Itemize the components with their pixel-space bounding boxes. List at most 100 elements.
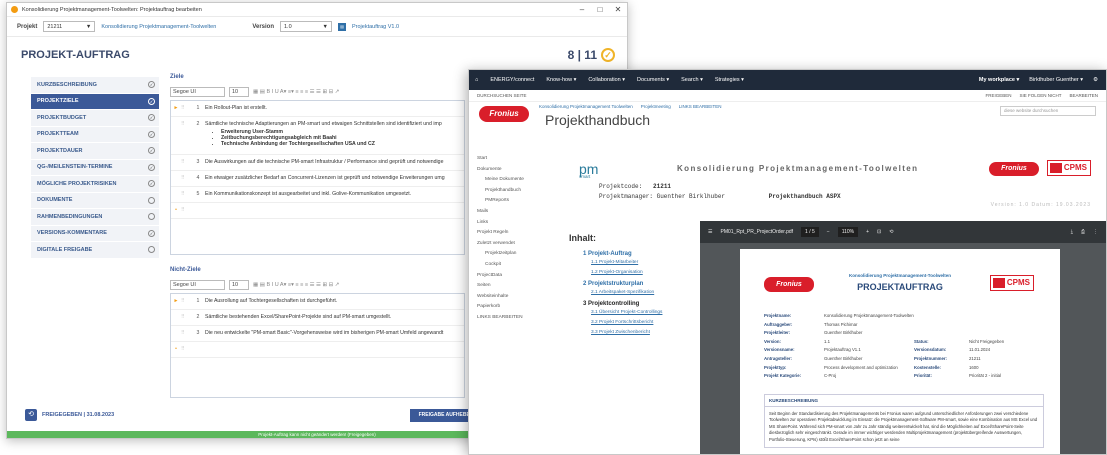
download-icon[interactable]: ⤓: [1071, 229, 1073, 235]
sidebar-item[interactable]: RAHMENBEDINGUNGEN: [31, 209, 159, 226]
pdf-zoom[interactable]: 110%: [837, 227, 859, 237]
left-nav-item[interactable]: Papierkorb: [477, 304, 567, 315]
left-nav-item[interactable]: Websiteinhalte: [477, 294, 567, 305]
minimize-button[interactable]: –: [573, 5, 591, 14]
version-link[interactable]: Projektauftrag V1.0: [352, 24, 399, 30]
site-link-meeting[interactable]: Projektmeeting: [641, 104, 671, 109]
pdf-page-indicator[interactable]: 1 / 5: [801, 227, 819, 237]
fit-page-icon[interactable]: ⊡: [877, 229, 881, 235]
nav-item-knowhow[interactable]: Know-how ▾: [546, 77, 576, 83]
menu-icon[interactable]: ☰: [708, 229, 712, 235]
empty-editor-row[interactable]: • ⠿: [171, 342, 464, 358]
drag-handle-icon[interactable]: ⠿: [181, 175, 191, 181]
left-nav-item[interactable]: PMReports: [477, 198, 567, 209]
empty-editor-row[interactable]: • ⠿: [171, 203, 464, 219]
nicht-ziele-editor[interactable]: ► ⠿ 1 Die Ausrollung auf Tochtergesellschaf…: [170, 293, 465, 398]
follow-button[interactable]: SIE FOLGEN NICHT: [1019, 93, 1061, 98]
projekt-link[interactable]: Konsolidierung Projektmanagement-Toolwel…: [101, 24, 216, 30]
editor-row[interactable]: ⠿ 3 Die neu entwickelte "PM-smart Basic"-V…: [171, 326, 464, 342]
toc-subitem[interactable]: 3.2 Projekt Fortschrittsbericht: [591, 320, 697, 325]
drag-handle-icon[interactable]: ⠿: [181, 159, 191, 165]
left-nav-item[interactable]: Mails: [477, 209, 567, 220]
home-icon[interactable]: ⌂: [475, 77, 478, 83]
maximize-button[interactable]: □: [591, 5, 609, 14]
left-nav-item[interactable]: Projektzeitplan: [477, 251, 567, 262]
sidebar-item[interactable]: PROJEKTZIELE ✓: [31, 93, 159, 110]
left-nav-item[interactable]: Cockpit: [477, 262, 567, 273]
editor-row[interactable]: ⠿ 2 Sämtliche bestehenden Excel/SharePoint…: [171, 310, 464, 326]
edit-button[interactable]: BEARBEITEN: [1069, 93, 1098, 98]
left-nav-item[interactable]: LINKS BEARBEITEN: [477, 315, 567, 326]
left-nav-item[interactable]: Projekt Regeln: [477, 230, 567, 241]
font-size-select[interactable]: 10: [229, 87, 249, 97]
more-icon[interactable]: ⋮: [1093, 229, 1098, 235]
nav-item-strategies[interactable]: Strategies ▾: [715, 77, 744, 83]
sidebar-item[interactable]: VERSIONS-KOMMENTARE ✓: [31, 225, 159, 242]
editor-row[interactable]: ⠿ 2 Sämtliche technische Adaptierungen an …: [171, 117, 464, 155]
drag-handle-icon[interactable]: ⠿: [181, 105, 191, 111]
editor-row[interactable]: ► ⠿ 1 Ein Rollout-Plan ist erstellt.: [171, 101, 464, 117]
drag-handle-icon[interactable]: ⠿: [181, 121, 191, 127]
sidebar-item[interactable]: PROJEKTTEAM ✓: [31, 126, 159, 143]
drag-handle-icon[interactable]: ⠿: [181, 346, 191, 352]
left-nav-item[interactable]: Projekthandbuch: [477, 188, 567, 199]
drag-handle-icon[interactable]: ⠿: [181, 298, 191, 304]
sidebar-item[interactable]: DIGITALE FREIGABE: [31, 242, 159, 259]
browse-page-tabs[interactable]: DURCHSUCHEN SEITE: [477, 93, 527, 98]
sidebar-item[interactable]: PROJEKTDAUER ✓: [31, 143, 159, 160]
brand-name[interactable]: ENERGY/connect: [490, 77, 534, 83]
nav-item-search[interactable]: Search ▾: [681, 77, 703, 83]
print-icon[interactable]: ⎙: [1081, 229, 1085, 235]
toc-item[interactable]: 1 Projekt-Auftrag: [583, 251, 697, 257]
nav-item-collaboration[interactable]: Collaboration ▾: [588, 77, 625, 83]
format-toolbar-icons[interactable]: ▦ ▤ B I U A▾ ≡▾ ≡ ≡ ≡ ☰ ☰ ⊞ ⊟ ↗: [253, 89, 339, 95]
toc-item[interactable]: 3 Projektcontrolling: [583, 301, 697, 307]
share-button[interactable]: FREIGEBEN: [985, 93, 1011, 98]
left-nav-item[interactable]: Seiten: [477, 283, 567, 294]
user-menu[interactable]: Birkthuber Guenther ▾: [1029, 77, 1083, 83]
sidebar-item[interactable]: PROJEKTBUDGET ✓: [31, 110, 159, 127]
sidebar-item[interactable]: KURZBESCHREIBUNG ✓: [31, 77, 159, 94]
zoom-in-icon[interactable]: +: [866, 229, 869, 235]
toc-subitem[interactable]: 1.2 Projekt-Organisation: [591, 270, 697, 275]
font-family-select[interactable]: Segoe UI: [170, 280, 225, 290]
edit-links-button[interactable]: LINKS BEARBEITEN: [679, 104, 722, 109]
drag-handle-icon[interactable]: ⠿: [181, 314, 191, 320]
ziele-editor[interactable]: ► ⠿ 1 Ein Rollout-Plan ist erstellt. ⠿ 2 Sämtl…: [170, 100, 465, 255]
left-nav-item[interactable]: Start: [477, 156, 567, 167]
nav-item-documents[interactable]: Documents ▾: [637, 77, 669, 83]
history-icon[interactable]: ⟲: [25, 409, 37, 421]
sidebar-item[interactable]: MÖGLICHE PROJEKTRISIKEN ✓: [31, 176, 159, 193]
rotate-icon[interactable]: ⟲: [889, 229, 893, 235]
left-nav-item[interactable]: Links: [477, 220, 567, 231]
my-workplace-menu[interactable]: My workplace ▾: [979, 77, 1019, 83]
projekt-select[interactable]: 21211 ▼: [43, 21, 96, 32]
version-select[interactable]: 1.0 ▼: [280, 21, 332, 32]
editor-row[interactable]: ⠿ 5 Ein Kommunikationskonzept ist ausgearb…: [171, 187, 464, 203]
gear-icon[interactable]: ⚙: [1093, 77, 1098, 83]
drag-handle-icon[interactable]: ⠿: [181, 191, 191, 197]
font-family-select[interactable]: Segoe UI: [170, 87, 225, 97]
site-link-project[interactable]: Konsolidierung Projektmanagement Toolwel…: [539, 104, 633, 109]
left-nav-item[interactable]: Dokumente: [477, 167, 567, 178]
font-size-select[interactable]: 10: [229, 280, 249, 290]
toc-subitem[interactable]: 1.1 Projekt-Mitarbeiter: [591, 260, 697, 265]
close-button[interactable]: ✕: [609, 5, 627, 14]
toc-item[interactable]: 2 Projektstrukturplan: [583, 281, 697, 287]
format-toolbar-icons[interactable]: ▦ ▤ B I U A▾ ≡▾ ≡ ≡ ≡ ☰ ☰ ⊞ ⊟ ↗: [253, 282, 339, 288]
drag-handle-icon[interactable]: ⠿: [181, 207, 191, 213]
sidebar-item[interactable]: QG-/MEILENSTEIN-TERMINE ✓: [31, 159, 159, 176]
left-nav-item[interactable]: ProjectData: [477, 273, 567, 284]
zoom-out-icon[interactable]: −: [827, 229, 830, 235]
left-nav-item[interactable]: Zuletzt verwendet: [477, 241, 567, 252]
editor-row[interactable]: ► ⠿ 1 Die Ausrollung auf Tochtergesellschaf…: [171, 294, 464, 310]
sidebar-item[interactable]: DOKUMENTE: [31, 192, 159, 209]
editor-row[interactable]: ⠿ 3 Die Auswirkungen auf die technische PM…: [171, 155, 464, 171]
left-nav-item[interactable]: Meine Dokumente: [477, 177, 567, 188]
toc-subitem[interactable]: 3.1 Übersicht Projekt-Controllings: [591, 310, 697, 315]
drag-handle-icon[interactable]: ⠿: [181, 330, 191, 336]
site-search-input[interactable]: diese website durchsuchen: [1000, 106, 1096, 116]
toc-subitem[interactable]: 2.1 Arbeitspaket-Spezifikation: [591, 290, 697, 295]
document-icon[interactable]: ▤: [338, 22, 346, 31]
toc-subitem[interactable]: 3.3 Projekt Zwischenbericht: [591, 330, 697, 335]
